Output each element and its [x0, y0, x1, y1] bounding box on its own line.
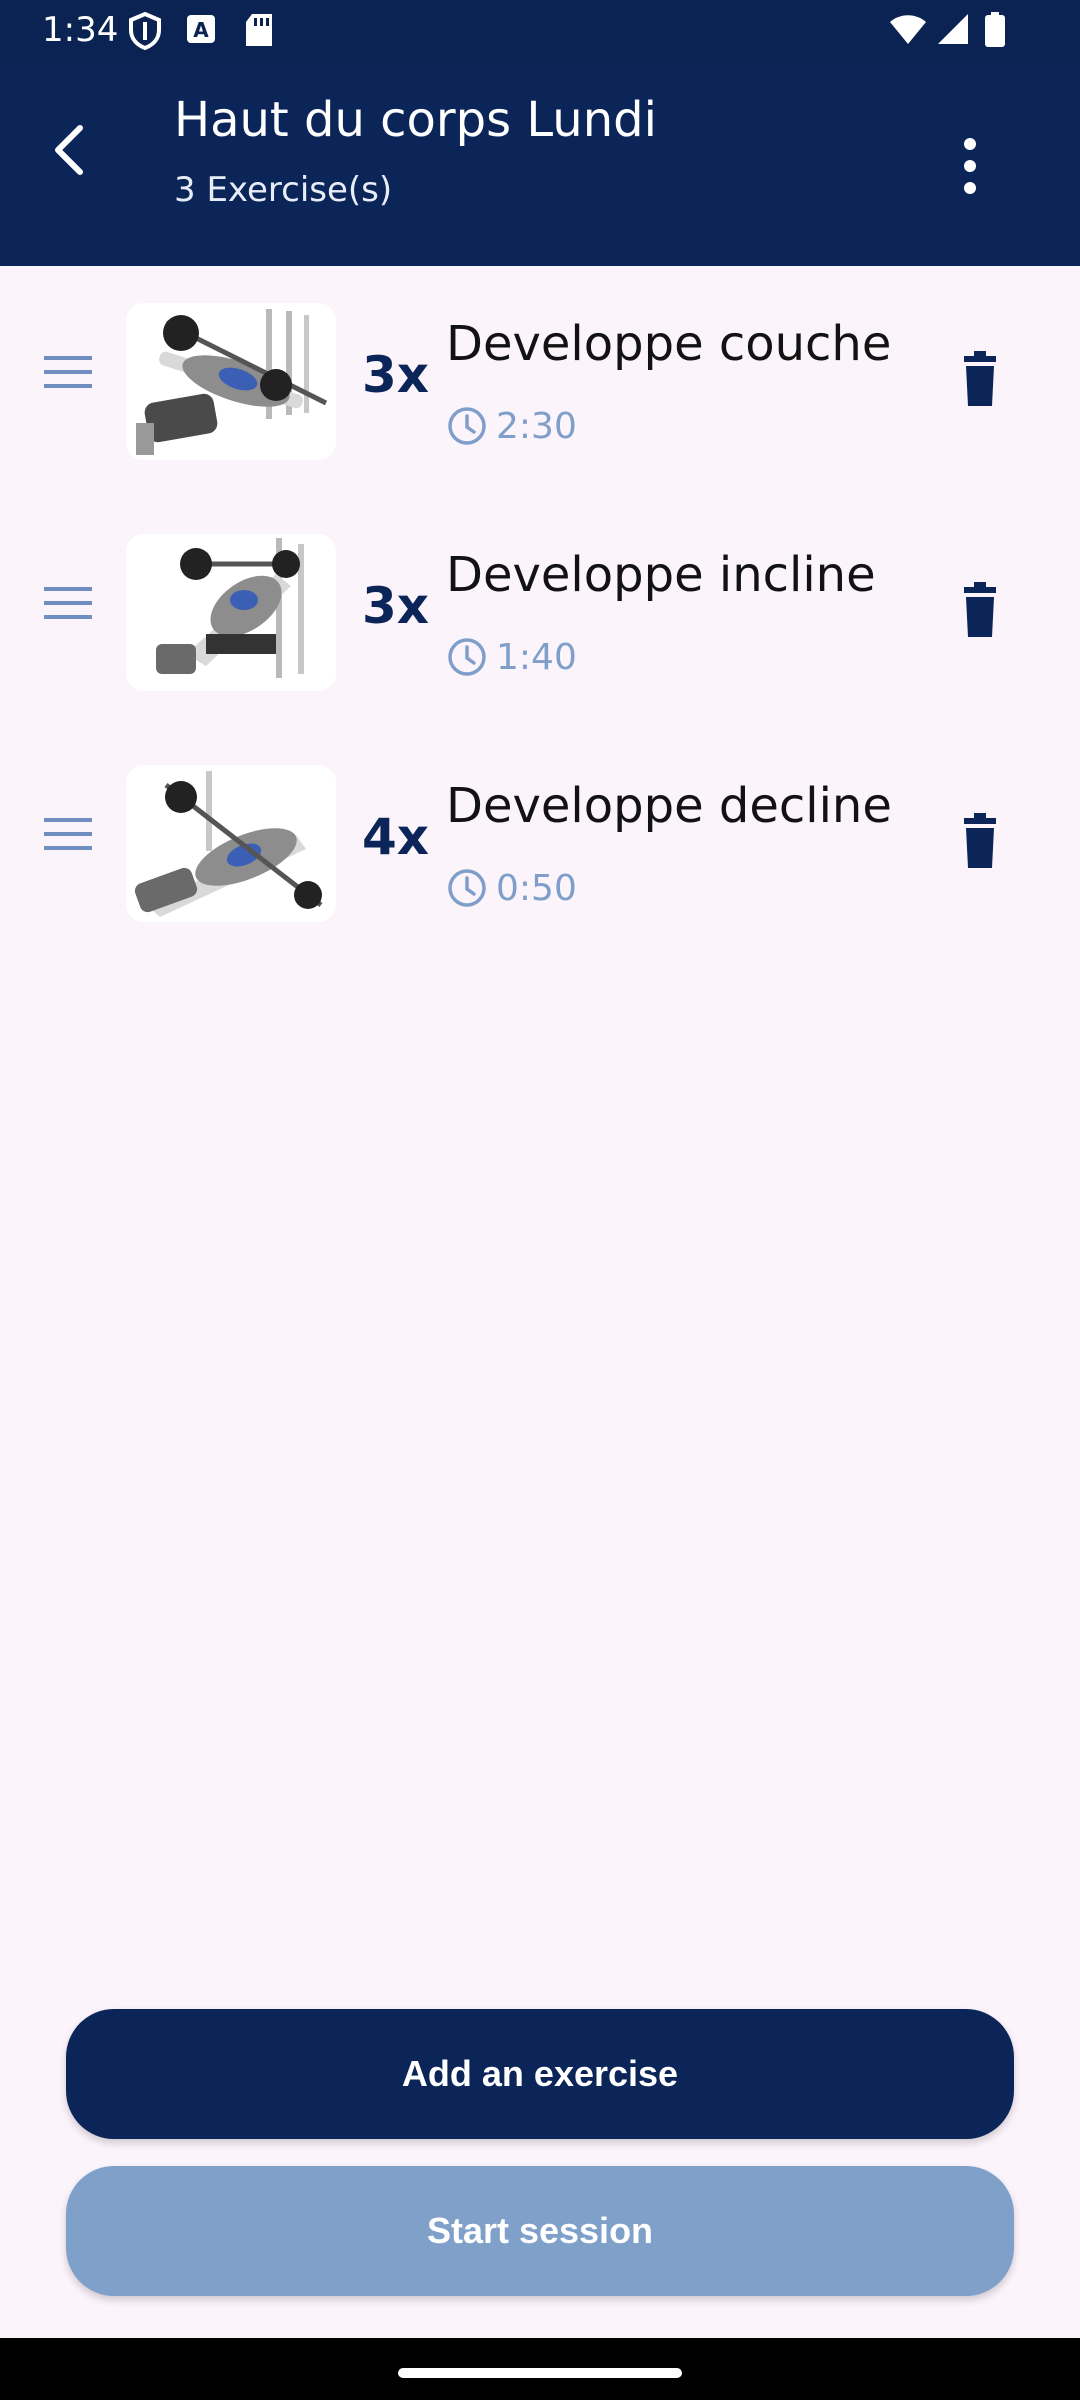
rest-time: 2:30 — [446, 402, 577, 450]
sets-count: 3x — [362, 346, 430, 404]
exercise-row[interactable]: 3x Developpe incline 1:40 — [0, 497, 1080, 728]
trash-icon — [964, 582, 996, 637]
exercise-image — [126, 765, 336, 922]
exercise-name: Developpe couche — [446, 316, 892, 372]
exercise-name: Developpe decline — [446, 778, 892, 834]
exercise-count: 3 Exercise(s) — [174, 170, 393, 210]
drag-handle-icon — [44, 356, 92, 388]
back-arrow-icon — [55, 125, 83, 175]
delete-button[interactable] — [950, 810, 1010, 874]
battery-icon — [985, 12, 1005, 47]
exercise-image — [126, 534, 336, 691]
shield-icon — [129, 12, 161, 50]
drag-handle[interactable] — [40, 583, 96, 623]
cellular-icon — [938, 14, 968, 44]
drag-handle-icon — [44, 587, 92, 619]
delete-button[interactable] — [950, 579, 1010, 643]
clock-icon — [448, 638, 486, 676]
exercise-name: Developpe incline — [446, 547, 876, 603]
svg-text:A: A — [193, 18, 209, 42]
status-time: 1:34 — [42, 10, 119, 50]
sd-card-icon — [246, 14, 272, 46]
sets-count: 4x — [362, 808, 430, 866]
sets-count: 3x — [362, 577, 430, 635]
exercise-row[interactable]: 3x Developpe couche 2:30 — [0, 266, 1080, 497]
back-button[interactable] — [40, 118, 104, 182]
page-title: Haut du corps Lundi — [174, 92, 657, 148]
drag-handle-icon — [44, 818, 92, 850]
more-vert-icon — [964, 138, 976, 194]
rest-time-value: 0:50 — [496, 867, 577, 909]
incline-press-illustration — [126, 534, 336, 691]
app-bar: Haut du corps Lundi 3 Exercise(s) — [0, 64, 1080, 266]
decline-press-illustration — [126, 765, 336, 922]
exercise-row[interactable]: 4x Developpe decline 0:50 — [0, 728, 1080, 959]
rest-time-value: 1:40 — [496, 636, 577, 678]
clock-icon — [448, 407, 486, 445]
add-exercise-button[interactable]: Add an exercise — [66, 2009, 1014, 2139]
drag-handle[interactable] — [40, 352, 96, 392]
trash-icon — [964, 813, 996, 868]
wifi-icon — [890, 15, 926, 44]
drag-handle[interactable] — [40, 814, 96, 854]
home-gesture-handle[interactable] — [398, 2368, 682, 2378]
trash-icon — [964, 351, 996, 406]
system-nav-bar — [0, 2338, 1080, 2400]
delete-button[interactable] — [950, 348, 1010, 412]
a-notification-icon: A — [187, 15, 215, 43]
exercise-image — [126, 303, 336, 460]
start-session-button[interactable]: Start session — [66, 2166, 1014, 2296]
rest-time: 1:40 — [446, 633, 577, 681]
bench-press-illustration — [126, 303, 336, 460]
clock-icon — [448, 869, 486, 907]
more-options-button[interactable] — [940, 134, 1000, 198]
rest-time: 0:50 — [446, 864, 577, 912]
status-bar: 1:34 A — [0, 0, 1080, 64]
rest-time-value: 2:30 — [496, 405, 577, 447]
